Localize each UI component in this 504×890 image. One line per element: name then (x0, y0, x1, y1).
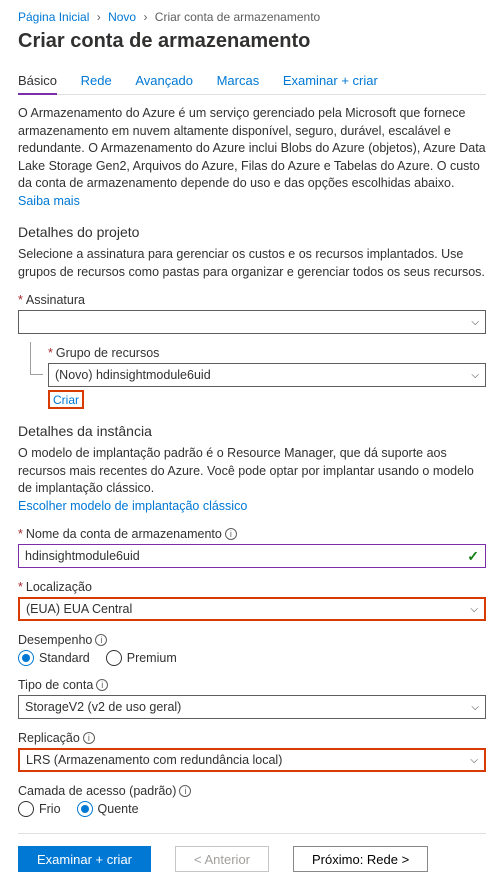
intro-text: O Armazenamento do Azure é um serviço ge… (18, 105, 486, 210)
tier-hot-radio[interactable]: Quente (77, 801, 139, 817)
info-icon[interactable]: i (83, 732, 95, 744)
replication-label: Replicação i (18, 731, 486, 745)
previous-button: < Anterior (175, 846, 269, 872)
classic-model-link[interactable]: Escolher modelo de implantação clássico (18, 499, 247, 513)
tab-basico[interactable]: Básico (18, 67, 57, 95)
performance-premium-radio[interactable]: Premium (106, 650, 177, 666)
tier-cool-radio[interactable]: Frio (18, 801, 61, 817)
create-new-link[interactable]: Criar (53, 393, 79, 407)
location-label: *Localização (18, 580, 486, 594)
subscription-select[interactable]: ⌵ (18, 310, 486, 334)
learn-more-link[interactable]: Saiba mais (18, 194, 80, 208)
instance-details-desc: O modelo de implantação padrão é o Resou… (18, 445, 486, 515)
tab-bar: Básico Rede Avançado Marcas Examinar + c… (18, 67, 486, 95)
breadcrumb-home[interactable]: Página Inicial (18, 10, 89, 24)
performance-label: Desempenho i (18, 633, 486, 647)
chevron-right-icon: › (97, 10, 101, 24)
tab-examinar[interactable]: Examinar + criar (283, 67, 378, 94)
chevron-down-icon: ⌵ (470, 604, 478, 615)
breadcrumb-new[interactable]: Novo (108, 10, 136, 24)
account-kind-select[interactable]: StorageV2 (v2 de uso geral) ⌵ (18, 695, 486, 719)
chevron-down-icon: ⌵ (471, 370, 479, 381)
chevron-down-icon: ⌵ (471, 317, 479, 328)
info-icon[interactable]: i (95, 634, 107, 646)
storage-name-label: *Nome da conta de armazenamento i (18, 527, 486, 541)
replication-select[interactable]: LRS (Armazenamento com redundância local… (18, 748, 486, 772)
breadcrumb: Página Inicial › Novo › Criar conta de a… (18, 10, 486, 24)
chevron-right-icon: › (143, 10, 147, 24)
subscription-label: *Assinatura (18, 293, 486, 307)
check-icon: ✓ (467, 548, 479, 565)
resource-group-label: *Grupo de recursos (48, 346, 486, 360)
page-title: Criar conta de armazenamento (18, 30, 486, 53)
project-details-heading: Detalhes do projeto (18, 224, 486, 240)
location-select[interactable]: (EUA) EUA Central ⌵ (18, 597, 486, 621)
info-icon[interactable]: i (179, 785, 191, 797)
resource-group-select[interactable]: (Novo) hdinsightmodule6uid ⌵ (48, 363, 486, 387)
breadcrumb-current: Criar conta de armazenamento (155, 10, 320, 24)
performance-standard-radio[interactable]: Standard (18, 650, 90, 666)
tab-rede[interactable]: Rede (81, 67, 112, 94)
tab-avancado[interactable]: Avançado (135, 67, 193, 94)
next-button[interactable]: Próximo: Rede > (293, 846, 428, 872)
tab-marcas[interactable]: Marcas (217, 67, 260, 94)
instance-details-heading: Detalhes da instância (18, 423, 486, 439)
info-icon[interactable]: i (225, 528, 237, 540)
chevron-down-icon: ⌵ (470, 755, 478, 766)
create-new-highlight: Criar (48, 390, 84, 409)
review-create-button[interactable]: Examinar + criar (18, 846, 151, 872)
chevron-down-icon: ⌵ (471, 702, 479, 713)
account-kind-label: Tipo de conta i (18, 678, 486, 692)
storage-name-input[interactable]: hdinsightmodule6uid ✓ (18, 544, 486, 568)
info-icon[interactable]: i (96, 679, 108, 691)
access-tier-label: Camada de acesso (padrão) i (18, 784, 486, 798)
project-details-desc: Selecione a assinatura para gerenciar os… (18, 246, 486, 281)
footer-bar: Examinar + criar < Anterior Próximo: Red… (18, 833, 486, 872)
